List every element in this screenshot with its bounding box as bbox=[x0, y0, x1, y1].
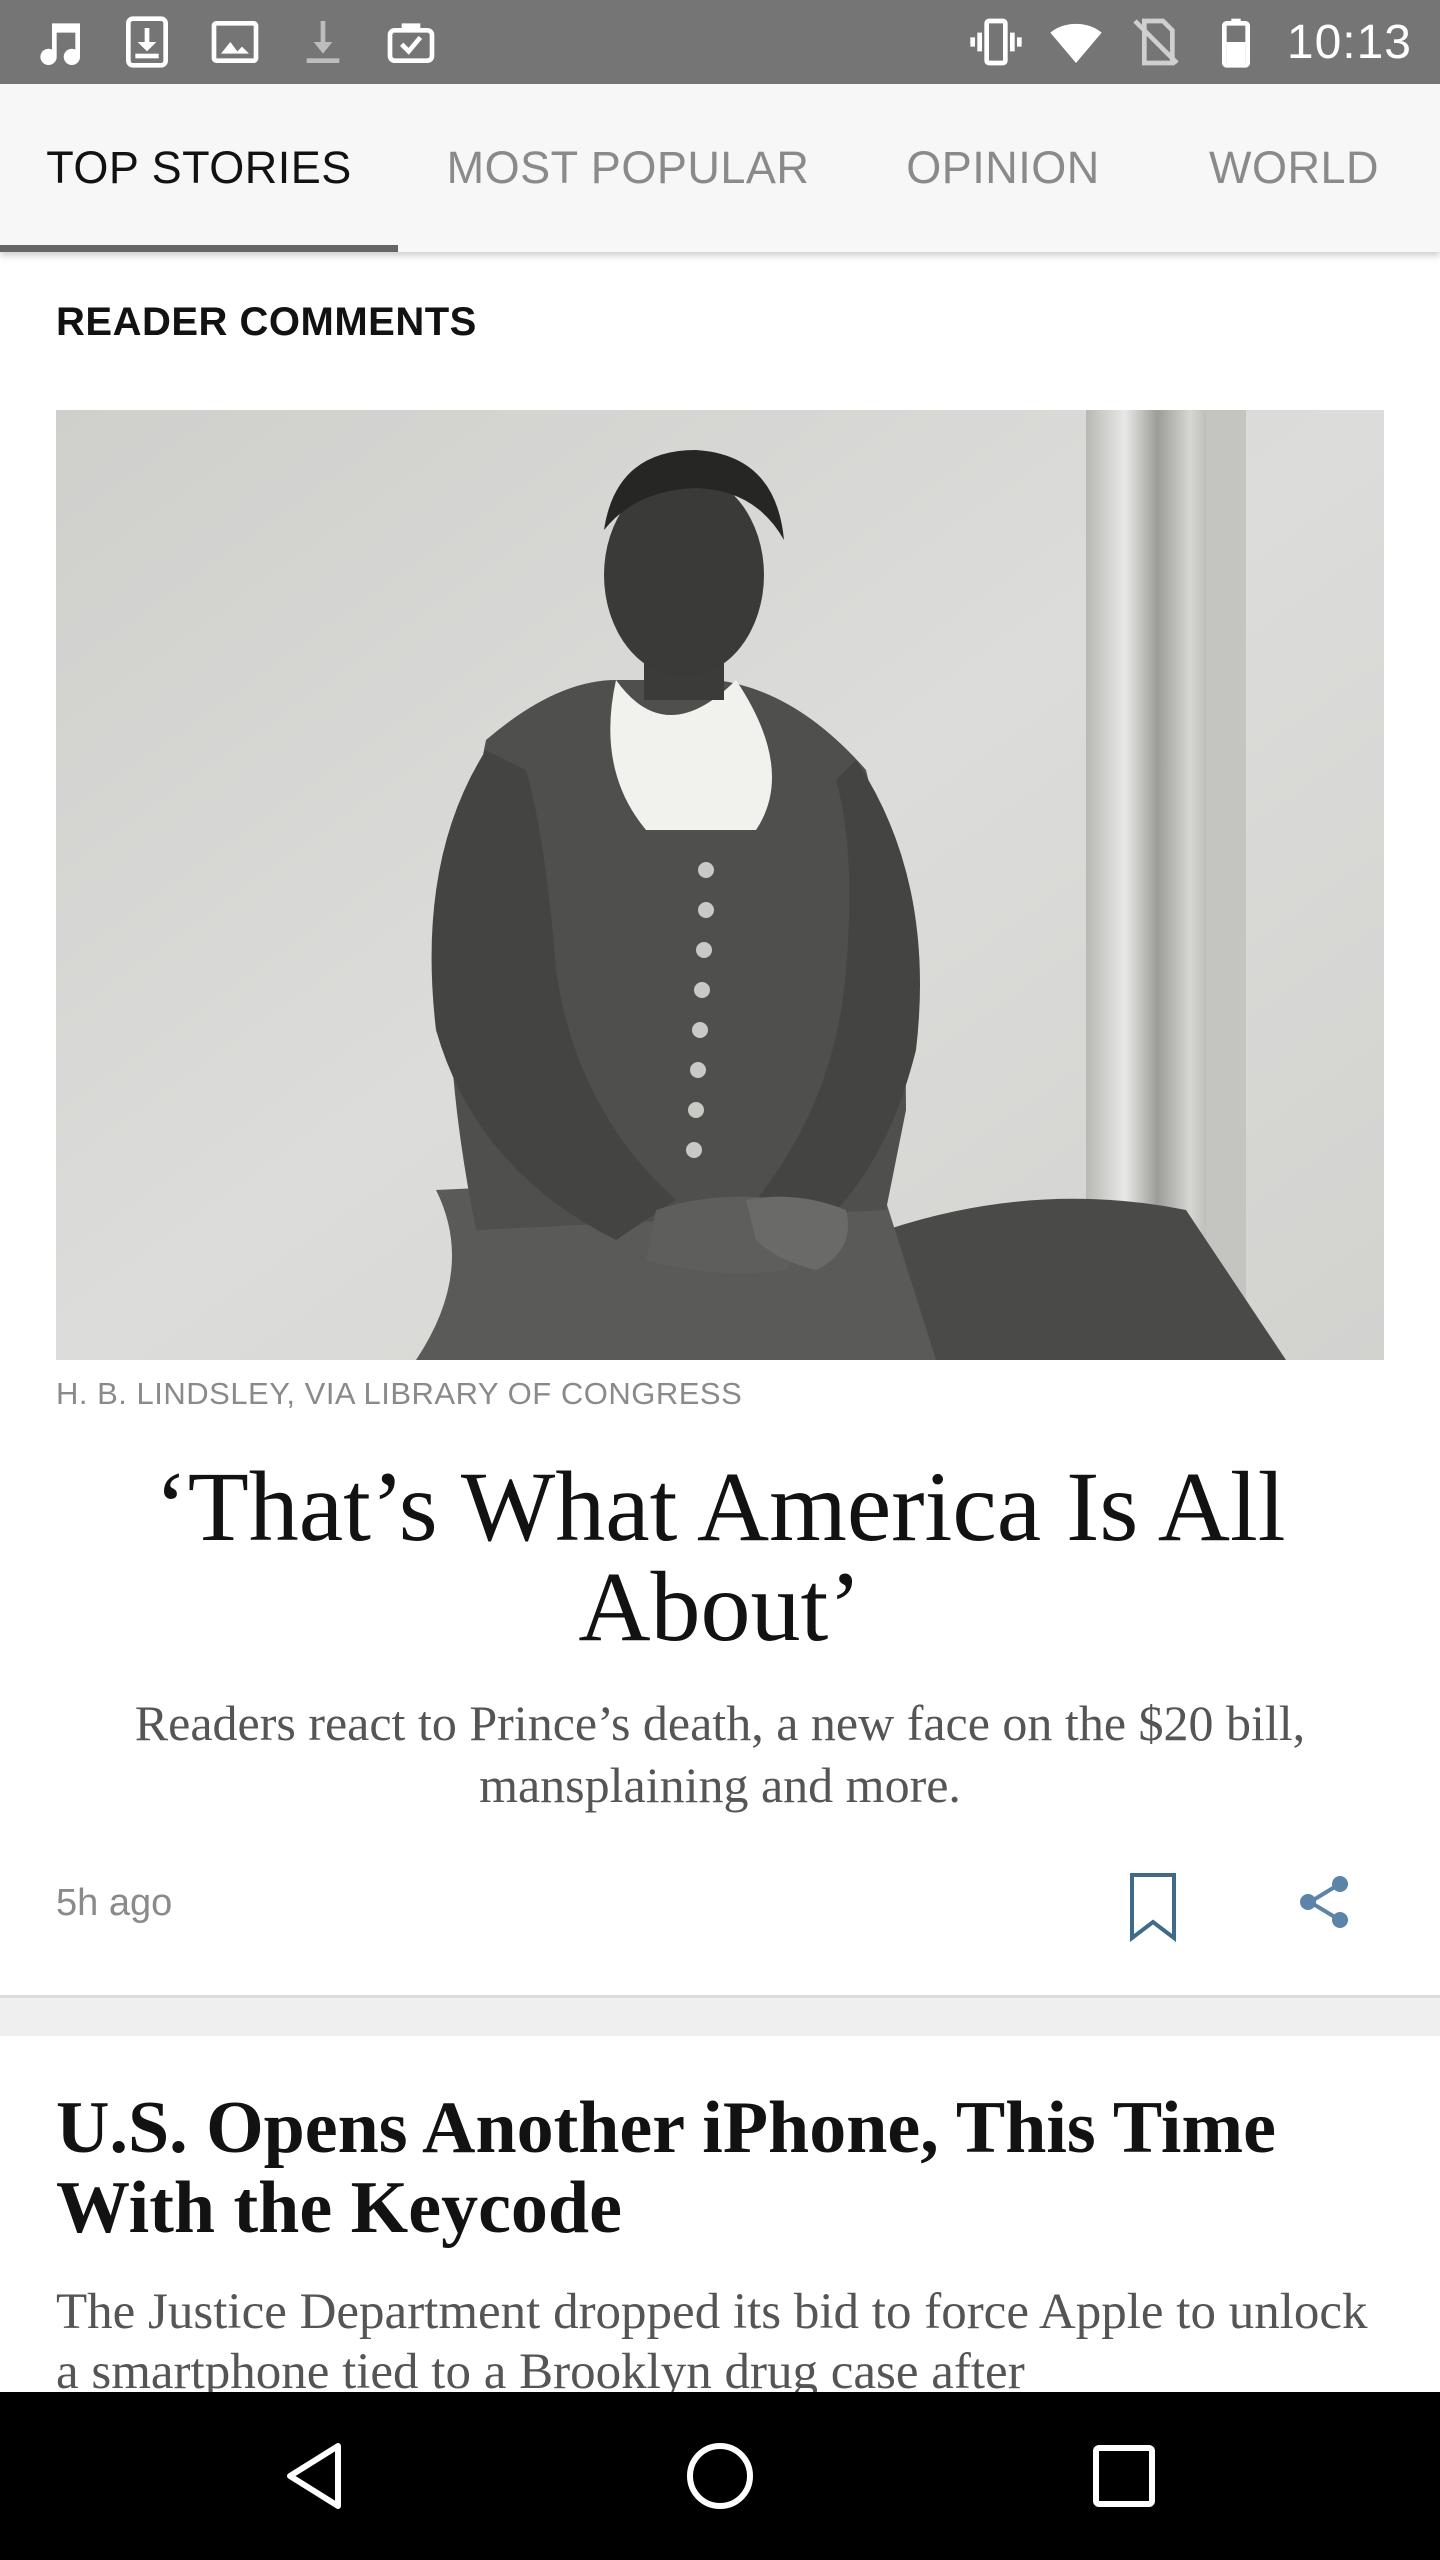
share-icon[interactable] bbox=[1294, 1872, 1354, 1932]
tab-top-stories[interactable]: TOP STORIES bbox=[0, 84, 398, 252]
article-headline[interactable]: ‘That’s What America Is All About’ bbox=[80, 1457, 1360, 1657]
no-sim-icon bbox=[1127, 13, 1185, 71]
tab-opinion[interactable]: OPINION bbox=[858, 84, 1148, 252]
clock-time: 10:13 bbox=[1286, 15, 1412, 69]
active-tab-indicator bbox=[0, 245, 398, 252]
bookmark-icon[interactable] bbox=[1128, 1872, 1178, 1943]
music-icon bbox=[30, 13, 88, 71]
vibrate-icon bbox=[967, 13, 1025, 71]
tab-most-popular[interactable]: MOST POPULAR bbox=[398, 84, 858, 252]
battery-icon bbox=[1207, 13, 1265, 71]
home-icon[interactable] bbox=[680, 2436, 760, 2516]
article-summary: The Justice Department dropped its bid t… bbox=[56, 2284, 1368, 2392]
recent-apps-icon[interactable] bbox=[1084, 2436, 1164, 2516]
download-icon bbox=[294, 13, 352, 71]
photo-credit: H. B. LINDSLEY, VIA LIBRARY OF CONGRESS bbox=[56, 1376, 743, 1411]
article-card-iphone[interactable]: U.S. Opens Another iPhone, This Time Wit… bbox=[0, 2036, 1440, 2392]
card-separator bbox=[0, 1998, 1440, 2036]
article-summary: Readers react to Prince’s death, a new f… bbox=[134, 1695, 1306, 1813]
download-box-icon bbox=[118, 13, 176, 71]
image-icon bbox=[206, 13, 264, 71]
section-tab-bar: TOP STORIES MOST POPULAR OPINION WORLD bbox=[0, 84, 1440, 252]
article-card-reader-comments[interactable]: READER COMMENTS H. B. LINDSLEY, VIA LIBR… bbox=[0, 252, 1440, 1998]
article-timestamp: 5h ago bbox=[56, 1882, 173, 1924]
briefcase-check-icon bbox=[382, 13, 440, 71]
wifi-icon bbox=[1047, 13, 1105, 71]
back-icon[interactable] bbox=[276, 2436, 356, 2516]
article-kicker: READER COMMENTS bbox=[56, 300, 477, 344]
tab-world[interactable]: WORLD bbox=[1148, 84, 1440, 252]
status-bar: 10:13 bbox=[0, 0, 1440, 84]
article-photo[interactable] bbox=[56, 410, 1384, 1360]
article-headline[interactable]: U.S. Opens Another iPhone, This Time Wit… bbox=[56, 2088, 1396, 2248]
navigation-bar bbox=[0, 2392, 1440, 2560]
